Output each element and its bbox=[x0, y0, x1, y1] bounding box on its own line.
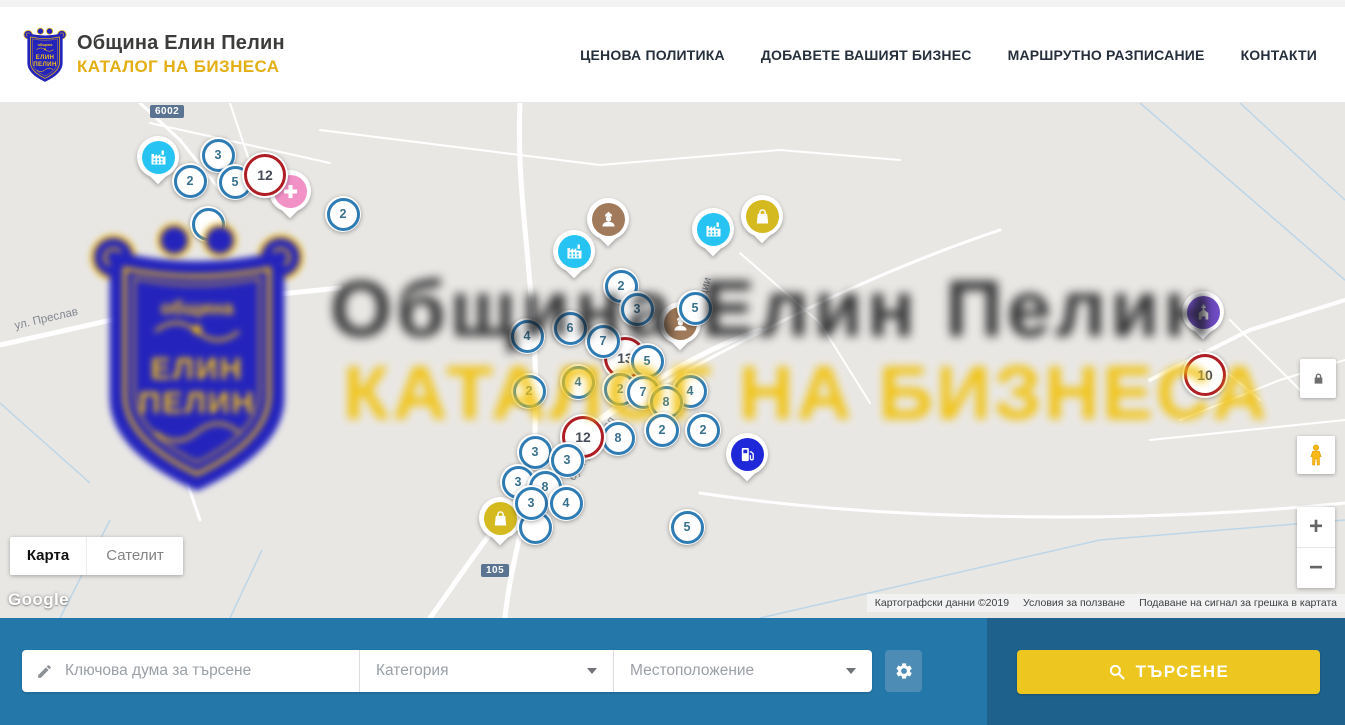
map-cluster-marker[interactable]: 5 bbox=[669, 509, 705, 545]
keyword-input[interactable] bbox=[63, 661, 347, 681]
header: община ЕЛИН ПЕЛИН Община Елин Пелин КАТА… bbox=[0, 7, 1345, 103]
map-type-map-button[interactable]: Карта bbox=[10, 537, 86, 575]
map-cluster-marker[interactable]: 4 bbox=[548, 485, 584, 521]
map-pin-bag[interactable] bbox=[741, 195, 783, 249]
nav-route-schedule[interactable]: МАРШРУТНО РАЗПИСАНИЕ bbox=[1008, 47, 1205, 63]
page: община ЕЛИН ПЕЛИН Община Елин Пелин КАТА… bbox=[0, 0, 1345, 725]
site-logo[interactable]: община ЕЛИН ПЕЛИН Община Елин Пелин КАТА… bbox=[22, 21, 285, 89]
terms-link[interactable]: Условия за ползване bbox=[1023, 597, 1125, 609]
map-cluster-marker[interactable]: 4 bbox=[560, 364, 596, 400]
nav-add-business[interactable]: ДОБАВЕТЕ ВАШИЯТ БИЗНЕС bbox=[761, 47, 972, 63]
map-pin-gas[interactable] bbox=[726, 433, 768, 487]
lock-control-button[interactable] bbox=[1300, 359, 1336, 398]
map-cluster-marker[interactable]: 2 bbox=[511, 373, 547, 409]
search-button[interactable]: ТЪРСЕНЕ bbox=[1017, 650, 1320, 694]
map-pin-factory[interactable] bbox=[692, 208, 734, 262]
svg-text:ЕЛИН: ЕЛИН bbox=[36, 54, 55, 61]
map-cluster-marker[interactable]: 6 bbox=[552, 310, 588, 346]
map-type-control: Карта Сателит bbox=[10, 537, 183, 575]
map-cluster-marker[interactable]: 2 bbox=[644, 412, 680, 448]
map-cluster-marker[interactable] bbox=[190, 206, 226, 242]
map-attribution: Картографски данни ©2019 Условия за полз… bbox=[867, 594, 1345, 612]
site-subtitle: КАТАЛОГ НА БИЗНЕСА bbox=[77, 57, 285, 77]
map-pin-church[interactable] bbox=[1182, 291, 1224, 345]
map-markers-layer: 32512221353647542478222812333834510 bbox=[0, 103, 1345, 618]
lock-icon bbox=[1311, 371, 1326, 386]
keyword-field bbox=[22, 650, 360, 692]
map-cluster-marker[interactable]: 10 bbox=[1182, 352, 1228, 398]
gear-icon bbox=[894, 661, 914, 681]
map-cluster-marker[interactable]: 2 bbox=[325, 196, 361, 232]
zoom-in-button[interactable]: + bbox=[1297, 507, 1335, 548]
map-type-satellite-button[interactable]: Сателит bbox=[86, 537, 183, 575]
pegman-icon bbox=[1304, 443, 1328, 467]
search-icon bbox=[1108, 663, 1126, 681]
nav-contacts[interactable]: КОНТАКТИ bbox=[1241, 47, 1317, 63]
nav-pricing-policy[interactable]: ЦЕНОВА ПОЛИТИКА bbox=[580, 47, 725, 63]
map-cluster-marker[interactable]: 12 bbox=[242, 152, 288, 198]
advanced-search-button[interactable] bbox=[885, 650, 922, 692]
top-strip bbox=[0, 0, 1345, 7]
site-title: Община Елин Пелин bbox=[77, 32, 285, 55]
map-cluster-marker[interactable]: 2 bbox=[685, 412, 721, 448]
report-error-link[interactable]: Подаване на сигнал за грешка в картата bbox=[1139, 597, 1337, 609]
location-select[interactable]: Местоположение bbox=[614, 650, 872, 692]
zoom-control: + − bbox=[1297, 507, 1335, 588]
chevron-down-icon bbox=[587, 668, 597, 674]
municipal-crest-icon: община ЕЛИН ПЕЛИН bbox=[22, 21, 68, 89]
map-cluster-marker[interactable]: 2 bbox=[172, 163, 208, 199]
search-group: Категория Местоположение bbox=[22, 650, 872, 692]
google-logo: Google bbox=[8, 590, 69, 610]
map-pin-factory[interactable] bbox=[553, 230, 595, 284]
pencil-icon bbox=[36, 663, 53, 680]
svg-text:ПЕЛИН: ПЕЛИН bbox=[33, 61, 57, 68]
attribution-copyright: Картографски данни ©2019 bbox=[875, 597, 1009, 609]
map-cluster-marker[interactable]: 3 bbox=[619, 291, 655, 327]
map-cluster-marker[interactable]: 4 bbox=[509, 318, 545, 354]
street-view-pegman-button[interactable] bbox=[1297, 436, 1335, 474]
map-canvas[interactable]: 6002105ул. Преславбул. „Новоселции 32512… bbox=[0, 103, 1345, 618]
category-select[interactable]: Категория bbox=[360, 650, 614, 692]
svg-text:община: община bbox=[38, 43, 54, 47]
map-cluster-marker[interactable]: 3 bbox=[513, 485, 549, 521]
zoom-out-button[interactable]: − bbox=[1297, 548, 1335, 588]
chevron-down-icon bbox=[846, 668, 856, 674]
main-nav: ЦЕНОВА ПОЛИТИКА ДОБАВЕТЕ ВАШИЯТ БИЗНЕС М… bbox=[580, 47, 1317, 63]
map-cluster-marker[interactable]: 5 bbox=[677, 290, 713, 326]
search-action-panel: ТЪРСЕНЕ bbox=[987, 618, 1345, 725]
search-bar: Категория Местоположение ТЪРСЕНЕ bbox=[0, 618, 1345, 725]
map-cluster-marker[interactable]: 7 bbox=[585, 323, 621, 359]
